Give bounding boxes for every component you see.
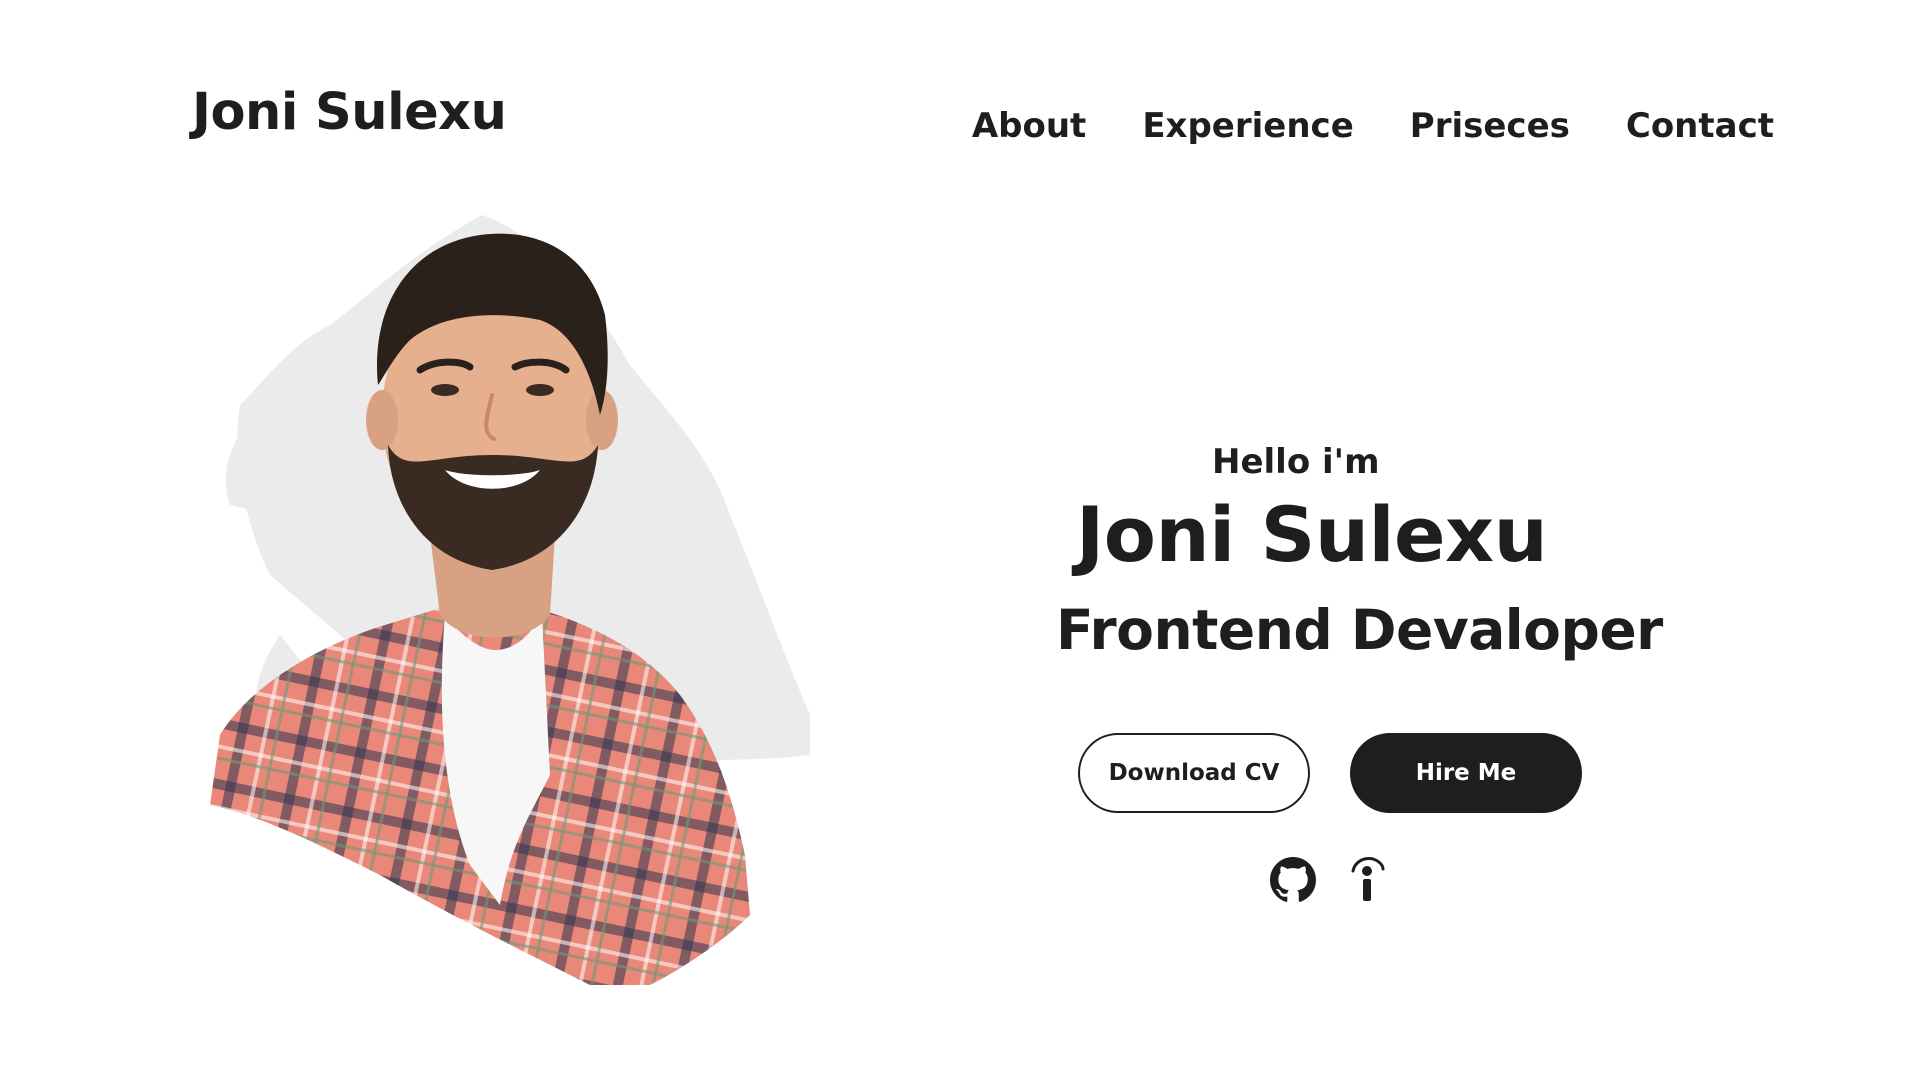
hire-me-button[interactable]: Hire Me xyxy=(1350,733,1582,813)
site-logo[interactable]: Joni Sulexu xyxy=(192,80,507,146)
nav-contact[interactable]: Contact xyxy=(1626,104,1774,148)
nav-about[interactable]: About xyxy=(972,104,1086,148)
nav-projects[interactable]: Priseces xyxy=(1410,104,1570,148)
main-nav: About Experience Priseces Contact xyxy=(972,104,1774,148)
nav-experience[interactable]: Experience xyxy=(1142,104,1353,148)
info-icon[interactable] xyxy=(1342,855,1392,905)
greeting-text: Hello i'm xyxy=(1212,442,1380,482)
portfolio-page: Joni Sulexu About Experience Priseces Co… xyxy=(0,0,1920,1080)
portrait-illustration xyxy=(210,215,810,985)
social-links xyxy=(1268,855,1392,905)
hero-role: Frontend Devaloper xyxy=(1056,598,1663,662)
download-cv-button[interactable]: Download CV xyxy=(1078,733,1310,813)
github-icon[interactable] xyxy=(1268,855,1318,905)
hero-name: Joni Sulexu xyxy=(1076,490,1548,579)
profile-portrait xyxy=(210,215,830,985)
